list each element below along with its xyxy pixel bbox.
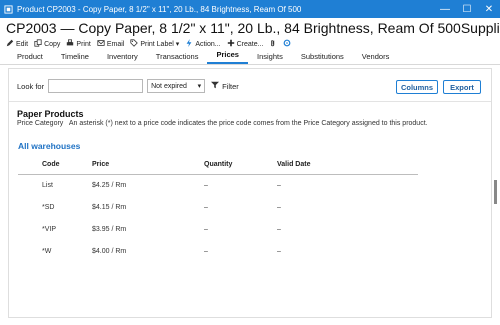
- expiry-select[interactable]: Not expired ▾: [147, 79, 206, 93]
- tab-vendors[interactable]: Vendors: [353, 52, 399, 64]
- minimize-button[interactable]: —: [434, 0, 456, 18]
- cell-quantity: –: [204, 181, 208, 189]
- edit-button[interactable]: Edit: [6, 39, 28, 49]
- email-label: Email: [106, 40, 125, 48]
- create-label: Create...: [236, 40, 264, 48]
- export-button[interactable]: Export: [443, 80, 481, 94]
- look-for-input[interactable]: [48, 79, 144, 93]
- product-category: Supplies: [460, 20, 500, 36]
- cell-valid-date: –: [277, 203, 281, 211]
- table-row[interactable]: *W $4.00 / Rm – –: [18, 240, 418, 262]
- cell-price: $4.15 / Rm: [92, 203, 127, 211]
- close-button[interactable]: ✕: [478, 0, 500, 18]
- filter-funnel-icon: [211, 81, 220, 91]
- tab-transactions[interactable]: Transactions: [147, 52, 208, 64]
- cell-price: $4.25 / Rm: [92, 181, 127, 189]
- cell-code: *SD: [42, 203, 55, 211]
- cell-price: $4.00 / Rm: [92, 247, 127, 255]
- page-header: CP2003 — Copy Paper, 8 1/2" x 11", 20 Lb…: [0, 18, 500, 38]
- tab-product[interactable]: Product: [8, 52, 52, 64]
- create-button[interactable]: Create...: [227, 39, 264, 49]
- print-label-button[interactable]: Print Label ▾: [130, 39, 179, 49]
- cell-quantity: –: [204, 247, 208, 255]
- tab-substitutions[interactable]: Substitutions: [292, 52, 353, 64]
- chevron-down-icon: ▾: [175, 41, 180, 48]
- cell-price: $3.95 / Rm: [92, 225, 127, 233]
- toolbar: Edit Copy Print Email Print Label ▾ Acti…: [6, 38, 291, 50]
- print-label: Print: [76, 40, 91, 48]
- envelope-icon: [97, 39, 105, 49]
- lightning-icon: [185, 39, 193, 49]
- tab-prices[interactable]: Prices: [207, 50, 248, 64]
- link-button[interactable]: [283, 39, 291, 49]
- cell-valid-date: –: [277, 225, 281, 233]
- price-category-title: Paper Products: [17, 109, 84, 119]
- copy-label: Copy: [44, 40, 61, 48]
- cell-quantity: –: [204, 225, 208, 233]
- column-header-price[interactable]: Price: [68, 155, 180, 175]
- action-button[interactable]: Action...: [185, 39, 221, 49]
- edit-label: Edit: [16, 40, 29, 48]
- price-category-row: Price Category An asterisk (*) next to a…: [17, 120, 428, 127]
- copy-button[interactable]: Copy: [34, 39, 60, 49]
- prices-panel: Look for Not expired ▾ Filter Columns Ex…: [8, 68, 492, 318]
- tab-timeline[interactable]: Timeline: [52, 52, 98, 64]
- price-category-label: Price Category: [17, 120, 64, 127]
- cell-code: *W: [42, 247, 52, 255]
- chevron-down-icon: ▾: [197, 83, 202, 90]
- print-label-label: Print Label: [140, 40, 174, 48]
- cell-valid-date: –: [277, 181, 281, 189]
- cell-valid-date: –: [277, 247, 281, 255]
- column-header-valid-date[interactable]: Valid Date: [253, 155, 418, 175]
- cell-quantity: –: [204, 203, 208, 211]
- page-title: CP2003 — Copy Paper, 8 1/2" x 11", 20 Lb…: [6, 20, 461, 36]
- tab-bar: Product Timeline Inventory Transactions …: [0, 50, 500, 65]
- expiry-select-value: Not expired: [151, 82, 187, 90]
- plus-icon: [227, 39, 235, 49]
- print-button[interactable]: Print: [66, 39, 91, 49]
- maximize-button[interactable]: ☐: [456, 0, 478, 18]
- copy-icon: [34, 39, 42, 49]
- attachment-button[interactable]: [269, 39, 277, 49]
- link-icon: [283, 39, 291, 49]
- columns-button[interactable]: Columns: [396, 80, 438, 94]
- cell-code: List: [42, 181, 53, 189]
- filter-button[interactable]: Filter: [211, 81, 239, 91]
- cell-code: *VIP: [42, 225, 57, 233]
- look-for-label: Look for: [17, 81, 45, 91]
- paperclip-icon: [269, 39, 277, 49]
- warehouse-title: All warehouses: [18, 141, 81, 151]
- column-header-code[interactable]: Code: [18, 155, 68, 175]
- pencil-icon: [6, 39, 14, 49]
- window-title: Product CP2003 - Copy Paper, 8 1/2" x 11…: [17, 4, 302, 14]
- tag-icon: [130, 39, 139, 49]
- tab-inventory[interactable]: Inventory: [98, 52, 147, 64]
- tab-insights[interactable]: Insights: [248, 52, 292, 64]
- table-row[interactable]: List $4.25 / Rm – –: [18, 174, 418, 196]
- column-header-quantity[interactable]: Quantity: [180, 155, 253, 175]
- product-app-icon: [4, 4, 13, 14]
- action-label: Action...: [195, 40, 221, 48]
- divider: [9, 101, 491, 102]
- price-category-note: An asterisk (*) next to a price code ind…: [68, 120, 428, 127]
- filter-bar: Look for Not expired ▾ Filter Columns Ex…: [9, 69, 491, 103]
- table-row[interactable]: *VIP $3.95 / Rm – –: [18, 218, 418, 240]
- filter-label: Filter: [222, 81, 239, 91]
- title-bar: Product CP2003 - Copy Paper, 8 1/2" x 11…: [0, 0, 500, 18]
- printer-icon: [66, 39, 74, 49]
- table-row[interactable]: *SD $4.15 / Rm – –: [18, 196, 418, 218]
- scrollbar-thumb[interactable]: [494, 180, 497, 204]
- table-header-row: Code Price Quantity Valid Date: [18, 155, 418, 175]
- prices-table: Code Price Quantity Valid Date List $4.2…: [18, 155, 418, 262]
- email-button[interactable]: Email: [97, 39, 125, 49]
